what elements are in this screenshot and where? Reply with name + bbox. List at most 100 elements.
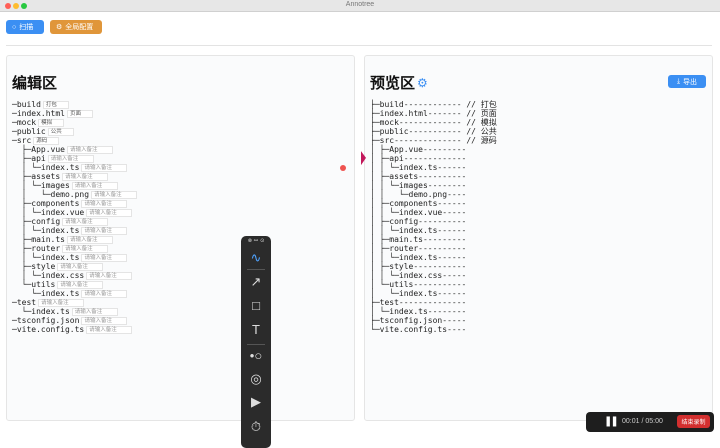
preview-panel: 预览区 ⚙ ⤓ 导出 ├─build------------ // 打包 ├─in… [364,55,713,421]
scan-button[interactable]: ○ 扫描 [6,20,44,34]
toolbar-divider [247,344,265,345]
tree-row: └─utils 请输入备注 [12,280,137,289]
tree-row: ├─router 请输入备注 [12,244,137,253]
tree-row: ├─App.vue 请输入备注 [12,145,137,154]
tree-row: ├─components 请输入备注 [12,199,137,208]
note-input[interactable]: 模拟 [38,118,65,127]
note-input[interactable]: 页面 [66,109,93,118]
note-input[interactable]: 请输入备注 [86,271,133,280]
note-input[interactable]: 请输入备注 [81,253,128,262]
note-input[interactable]: 请输入备注 [57,280,104,289]
note-input[interactable]: 公共 [47,127,74,136]
pause-icon[interactable]: ❚❚ [604,416,619,427]
note-input[interactable]: 请输入备注 [81,199,128,208]
tree-node-label: ─vite.config.ts [12,325,85,334]
preview-line: ├─tsconfig.json----- [370,316,467,325]
preview-line: │ │ └─index.ts------ [370,163,467,172]
scan-icon: ○ [12,23,17,31]
play-icon[interactable]: ▶ [241,394,271,410]
tree-node-label: │ └─index.ts [12,163,80,172]
tree-node-label: ├─api [12,154,46,163]
note-input[interactable]: 请输入备注 [47,154,94,163]
note-input[interactable]: 请输入备注 [57,262,104,271]
tree-node-label: │ └─index.css [12,271,85,280]
tree-row: ─build 打包 [12,100,137,109]
note-input[interactable]: 请输入备注 [71,181,118,190]
recording-time: 00:01 / 05:00 [622,418,663,425]
preview-line: ├─index.html------- // 页面 [370,109,497,118]
tree-node-label: │ └─images [12,181,70,190]
preview-line: │ │ └─index.ts------ [370,253,467,262]
tree-node-label: │ └─demo.png [12,190,90,199]
color-picker-icon[interactable]: ◎ [241,371,271,387]
settings-icon[interactable]: ⊙ [260,238,264,244]
note-input[interactable]: 请输入备注 [38,298,85,307]
note-input[interactable]: 请输入备注 [62,217,109,226]
tree-row: ─src 源码 [12,136,137,145]
note-input[interactable]: 请输入备注 [91,190,138,199]
preview-line: │ │ └─index.css----- [370,271,467,280]
preview-line: └─vite.config.ts---- [370,325,467,334]
global-config-button[interactable]: ⚙ 全局配置 [50,20,102,34]
note-input[interactable]: 打包 [42,100,69,109]
tree-node-label: ─mock [12,118,37,127]
note-input[interactable]: 请输入备注 [86,208,133,217]
stroke-width-icon[interactable]: •○ [241,348,271,363]
arrow-tool-icon[interactable]: ↗ [241,274,271,290]
tree-row: │ └─demo.png 请输入备注 [12,190,138,199]
tree-row: ├─assets 请输入备注 [12,172,137,181]
tree-row: │ └─index.ts 请输入备注 [12,226,137,235]
preview-line: ├─public----------- // 公共 [370,127,497,136]
tree-node-label: ─public [12,127,46,136]
rectangle-tool-icon[interactable]: □ [241,298,271,313]
gear-icon[interactable]: ⚙ [417,76,428,90]
tree-row: └─index.ts 请输入备注 [12,307,137,316]
end-recording-button[interactable]: 结束录制 [677,415,710,428]
tree-node-label: ├─components [12,199,80,208]
tree-node-label: ─src [12,136,32,145]
close-icon[interactable]: ⊗ [248,238,252,244]
tree-row: ─tsconfig.json 请输入备注 [12,316,137,325]
preview-line: ├─build------------ // 打包 [370,100,497,109]
toolbar-divider [247,269,265,270]
download-icon: ⤓ [676,77,681,85]
note-input[interactable]: 请输入备注 [81,226,128,235]
tree-row: │ └─index.vue 请输入备注 [12,208,137,217]
preview-title: 预览区 ⚙ [370,72,428,93]
mouse-cursor-icon [361,151,366,167]
timer-icon[interactable]: ⏱ [241,419,271,435]
pen-tool-icon[interactable]: ∿ [241,250,271,266]
note-input[interactable]: 请输入备注 [62,172,109,181]
tree-row: ─test 请输入备注 [12,298,137,307]
note-input[interactable]: 请输入备注 [62,244,109,253]
divider [6,45,712,46]
title-bar: Annotree [0,0,720,12]
preview-title-text: 预览区 [370,75,416,92]
export-button[interactable]: ⤓ 导出 [668,75,706,88]
preview-tree: ├─build------------ // 打包 ├─index.html---… [370,100,497,334]
tree-node-label: │ └─index.vue [12,208,85,217]
note-input[interactable]: 请输入备注 [71,307,118,316]
note-input[interactable]: 请输入备注 [66,235,113,244]
editor-title: 编辑区 [12,72,57,93]
note-input[interactable]: 源码 [33,136,60,145]
tree-row: │ └─index.ts 请输入备注 [12,253,137,262]
editor-panel: 编辑区 ─build 打包 ─index.html 页面 ─mock 模拟 ─public 公… [6,55,355,421]
tree-node-label: └─index.ts [12,289,80,298]
annotation-toolbar: ⊗ ⚯ ⊙ ∿ ↗ □ T •○ ◎ ▶ ⏱ [241,236,271,448]
tree-node-label: └─utils [12,280,56,289]
text-tool-icon[interactable]: T [241,322,271,337]
note-input[interactable]: 请输入备注 [66,145,113,154]
note-input[interactable]: 请输入备注 [81,316,128,325]
preview-line: ├─mock------------- // 模拟 [370,118,497,127]
note-input[interactable]: 请输入备注 [81,163,128,172]
note-input[interactable]: 请输入备注 [86,325,133,334]
preview-line: │ ├─router---------- [370,244,467,253]
note-input[interactable]: 请输入备注 [81,289,128,298]
tree-node-label: ├─main.ts [12,235,65,244]
tree-node-label: ├─router [12,244,61,253]
preview-line: │ ├─config---------- [370,217,467,226]
tree-row: │ └─images 请输入备注 [12,181,137,190]
link-icon[interactable]: ⚯ [254,238,258,244]
tree-node-label: ├─config [12,217,61,226]
